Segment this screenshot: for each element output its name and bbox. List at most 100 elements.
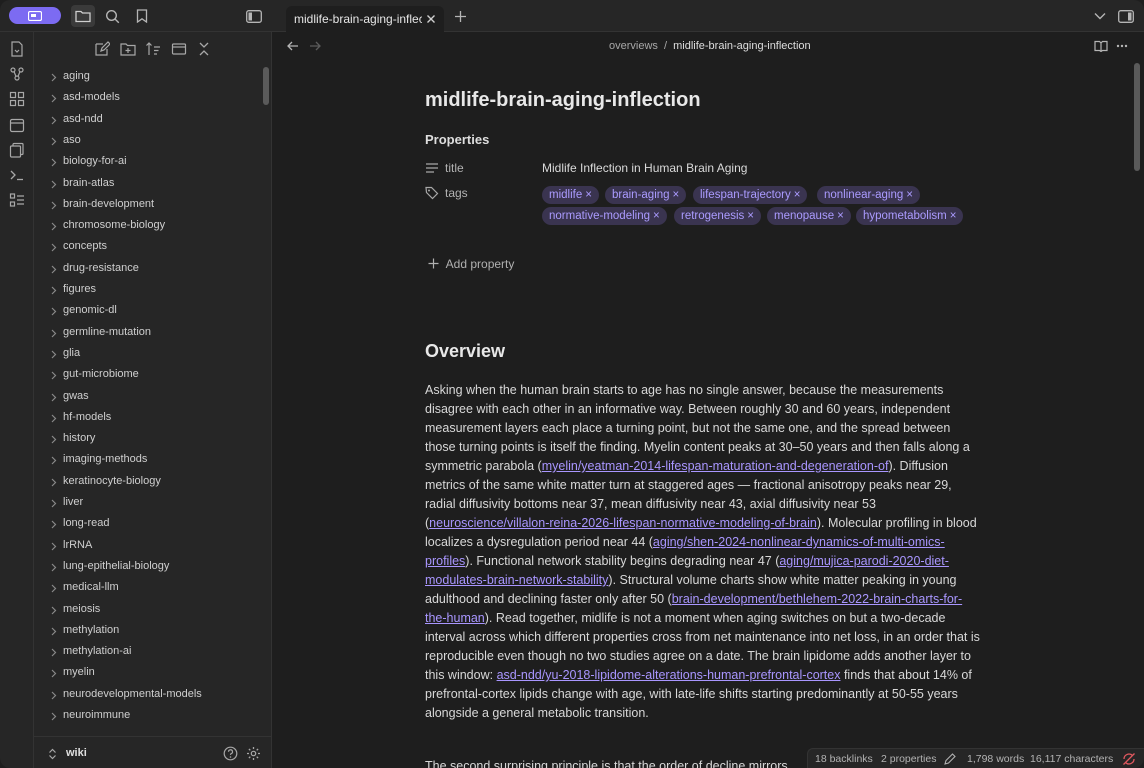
graph-view-icon[interactable]	[9, 66, 25, 82]
folder-item[interactable]: figures	[34, 280, 260, 301]
remove-tag-icon[interactable]: ×	[837, 210, 844, 222]
tab-list-chevron-icon[interactable]	[1090, 6, 1110, 26]
folder-item[interactable]: imaging-methods	[34, 450, 260, 471]
folder-item[interactable]: gwas	[34, 387, 260, 408]
templates-icon[interactable]	[9, 142, 25, 158]
folder-item[interactable]: long-read	[34, 514, 260, 535]
search-icon[interactable]	[102, 6, 122, 26]
internal-link[interactable]: myelin/yeatman-2014-lifespan-maturation-…	[542, 459, 889, 473]
overview-paragraph[interactable]: Asking when the human brain starts to ag…	[425, 381, 981, 723]
folder-label: germline-mutation	[63, 325, 152, 338]
remove-tag-icon[interactable]: ×	[906, 189, 913, 201]
edit-pencil-icon[interactable]	[944, 753, 957, 765]
tag-pill[interactable]: normative-modeling ×	[542, 207, 667, 225]
folder-item[interactable]: biology-for-ai	[34, 152, 260, 173]
tag-pill[interactable]: retrogenesis ×	[674, 207, 762, 225]
folder-item[interactable]: concepts	[34, 237, 260, 258]
folder-item[interactable]: neuroimmune	[34, 706, 260, 727]
overview-heading[interactable]: Overview	[425, 341, 505, 362]
forward-arrow-icon[interactable]	[309, 41, 321, 51]
remove-tag-icon[interactable]: ×	[794, 189, 801, 201]
folder-item[interactable]: gut-microbiome	[34, 365, 260, 386]
editor-scrollbar[interactable]	[1134, 63, 1140, 171]
property-value-title[interactable]: Midlife Inflection in Human Brain Aging	[542, 161, 747, 175]
tag-pill[interactable]: midlife ×	[542, 186, 599, 204]
sort-order-icon[interactable]	[145, 41, 161, 57]
internal-link[interactable]: neuroscience/villalon-reina-2026-lifespa…	[429, 516, 817, 530]
help-icon[interactable]	[223, 746, 238, 761]
back-arrow-icon[interactable]	[287, 41, 299, 51]
folder-item[interactable]: neurodevelopmental-models	[34, 685, 260, 706]
folder-item[interactable]: aging	[34, 67, 260, 88]
folder-item[interactable]: methylation-ai	[34, 642, 260, 663]
folder-item[interactable]: brain-development	[34, 195, 260, 216]
folder-item[interactable]: keratinocyte-biology	[34, 472, 260, 493]
tab-close-icon[interactable]	[424, 12, 438, 26]
breadcrumb-current[interactable]: midlife-brain-aging-inflection	[673, 40, 811, 52]
settings-gear-icon[interactable]	[246, 746, 261, 761]
status-properties[interactable]: 2 properties	[881, 753, 936, 765]
new-tab-icon[interactable]	[450, 6, 470, 26]
status-backlinks[interactable]: 18 backlinks	[815, 753, 873, 765]
tag-pill[interactable]: brain-aging ×	[605, 186, 687, 204]
add-property-button[interactable]: Add property	[425, 257, 514, 271]
calendar-icon[interactable]	[9, 117, 25, 133]
folder-item[interactable]: hf-models	[34, 408, 260, 429]
remove-tag-icon[interactable]: ×	[673, 189, 680, 201]
folder-item[interactable]: drug-resistance	[34, 259, 260, 280]
folder-item[interactable]: medical-llm	[34, 578, 260, 599]
folder-item[interactable]: germline-mutation	[34, 323, 260, 344]
vault-name[interactable]: wiki	[66, 747, 87, 759]
quick-switcher-icon[interactable]	[9, 41, 25, 57]
auto-reveal-icon[interactable]	[171, 41, 187, 57]
remove-tag-icon[interactable]: ×	[653, 210, 660, 222]
property-key-tags[interactable]: tags	[445, 186, 468, 200]
folder-item[interactable]: brain-atlas	[34, 174, 260, 195]
folder-item[interactable]: asd-models	[34, 88, 260, 109]
vault-chevron-updown-icon[interactable]	[48, 748, 57, 760]
remove-tag-icon[interactable]: ×	[950, 210, 957, 222]
tag-pill[interactable]: lifespan-trajectory ×	[693, 186, 808, 204]
more-options-icon[interactable]	[1116, 44, 1128, 48]
note-title[interactable]: midlife-brain-aging-inflection	[425, 89, 701, 112]
folder-item[interactable]: glia	[34, 344, 260, 365]
canvas-icon[interactable]	[9, 91, 25, 107]
folder-item[interactable]: asd-ndd	[34, 110, 260, 131]
folder-item[interactable]: aso	[34, 131, 260, 152]
folder-item[interactable]: chromosome-biology	[34, 216, 260, 237]
collapse-all-icon[interactable]	[196, 41, 212, 57]
vault-switcher-button[interactable]	[9, 7, 61, 24]
toggle-sidebar-icon[interactable]	[244, 6, 264, 26]
tag-pill[interactable]: nonlinear-aging ×	[817, 186, 921, 204]
folder-item[interactable]: meiosis	[34, 600, 260, 621]
status-bar: 18 backlinks 2 properties 1,798 words 16…	[807, 748, 1144, 768]
folder-item[interactable]: history	[34, 429, 260, 450]
folder-item[interactable]: lung-epithelial-biology	[34, 557, 260, 578]
folder-item[interactable]: methylation	[34, 621, 260, 642]
breadcrumb-folder[interactable]: overviews	[609, 40, 658, 52]
tab-active-note[interactable]: midlife-brain-aging-inflection	[286, 6, 444, 32]
folder-item[interactable]: liver	[34, 493, 260, 514]
tag-pill[interactable]: hypometabolism ×	[856, 207, 964, 225]
text-lines-icon[interactable]	[425, 161, 439, 175]
new-folder-icon[interactable]	[120, 41, 136, 57]
new-note-icon[interactable]	[94, 41, 110, 57]
folder-item[interactable]: lrRNA	[34, 536, 260, 557]
remove-tag-icon[interactable]: ×	[585, 189, 592, 201]
sync-error-icon[interactable]	[1122, 752, 1136, 766]
reading-view-icon[interactable]	[1094, 40, 1108, 52]
terminal-icon[interactable]	[9, 167, 25, 183]
toggle-right-sidebar-icon[interactable]	[1116, 6, 1136, 26]
sidebar-scrollbar[interactable]	[263, 67, 269, 105]
internal-link[interactable]: asd-ndd/yu-2018-lipidome-alterations-hum…	[497, 668, 841, 682]
remove-tag-icon[interactable]: ×	[747, 210, 754, 222]
properties-heading[interactable]: Properties	[425, 132, 489, 147]
folder-item[interactable]: myelin	[34, 663, 260, 684]
tag-pill[interactable]: menopause ×	[767, 207, 851, 225]
outline-list-icon[interactable]	[9, 192, 25, 208]
bookmark-icon[interactable]	[132, 6, 152, 26]
tags-icon[interactable]	[425, 186, 439, 200]
property-key-title[interactable]: title	[445, 161, 464, 175]
folder-item[interactable]: genomic-dl	[34, 301, 260, 322]
file-explorer-icon[interactable]	[71, 5, 95, 27]
